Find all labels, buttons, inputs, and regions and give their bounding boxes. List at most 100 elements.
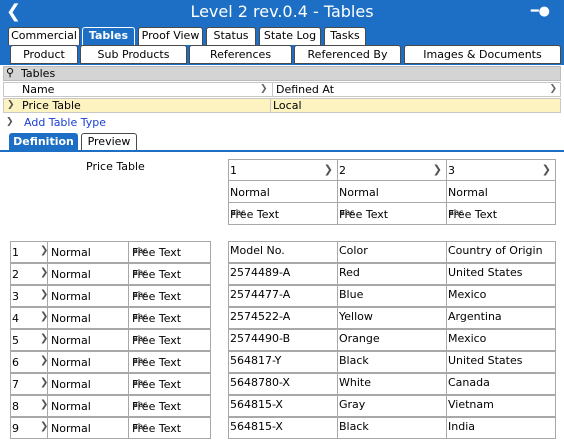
table-header-cell[interactable]: Country of Origin xyxy=(446,241,556,263)
row-number: 1 xyxy=(12,246,19,259)
cell-text: India xyxy=(448,420,475,433)
tab-tables[interactable]: Tables xyxy=(82,27,135,45)
row-type-cell[interactable]: abc Free Text xyxy=(128,351,211,373)
table-cell[interactable]: 2574489-A xyxy=(228,263,338,285)
row-number-cell[interactable]: 2 ❯ xyxy=(10,263,48,285)
table-cell[interactable]: Black xyxy=(337,351,447,373)
row-type-cell[interactable]: abc Free Text xyxy=(128,417,211,439)
tab-images-documents[interactable]: Images & Documents xyxy=(404,45,561,64)
tab-references[interactable]: References xyxy=(189,45,292,64)
table-cell[interactable]: Orange xyxy=(337,329,447,351)
row-number-cell[interactable]: 7 ❯ xyxy=(10,373,48,395)
pin-icon[interactable]: ━● xyxy=(531,4,550,19)
add-table-type-row[interactable]: ❯ Add Table Type xyxy=(3,115,561,130)
add-table-type-link[interactable]: Add Table Type xyxy=(24,115,106,130)
row-expand-icon[interactable]: ❯ xyxy=(7,99,15,112)
row-type-cell[interactable]: abc Free Text xyxy=(128,263,211,285)
table-cell[interactable]: 2574490-B xyxy=(228,329,338,351)
cell-text: 564817-Y xyxy=(230,354,282,367)
table-cell[interactable]: 564817-Y xyxy=(228,351,338,373)
row-style-cell[interactable]: Normal xyxy=(47,307,129,329)
tab-commercial[interactable]: Commercial xyxy=(8,27,80,45)
table-cell[interactable]: Blue xyxy=(337,285,447,307)
row-style-cell[interactable]: Normal xyxy=(47,285,129,307)
table-cell[interactable]: United States xyxy=(446,351,556,373)
table-cell[interactable]: Vietnam xyxy=(446,395,556,417)
row-style-cell[interactable]: Normal xyxy=(47,329,129,351)
table-cell[interactable]: Yellow xyxy=(337,307,447,329)
row-number-cell[interactable]: 6 ❯ xyxy=(10,351,48,373)
row-number-cell[interactable]: 8 ❯ xyxy=(10,395,48,417)
table-header-cell[interactable]: Color xyxy=(337,241,447,263)
chevron-right-icon[interactable]: ❯ xyxy=(433,163,442,176)
row-type-cell[interactable]: abc Free Text xyxy=(128,241,211,263)
table-cell[interactable]: 564815-X xyxy=(228,417,338,439)
tab-referenced-by[interactable]: Referenced By xyxy=(294,45,401,64)
chevron-right-icon[interactable]: ❯ xyxy=(542,163,551,176)
column-style-text: Normal xyxy=(230,186,270,199)
column-defined-at-header[interactable]: Defined At xyxy=(272,83,562,96)
column-header-1[interactable]: 1 ❯ xyxy=(228,159,338,181)
row-type-cell[interactable]: abc Free Text xyxy=(128,395,211,417)
tab-preview[interactable]: Preview xyxy=(81,133,137,150)
row-style-cell[interactable]: Normal xyxy=(47,373,129,395)
text-type-icon: abc xyxy=(133,422,148,431)
table-cell[interactable]: Mexico xyxy=(446,329,556,351)
table-row[interactable]: ❯ Price Table Local xyxy=(3,98,561,113)
column-type-cell[interactable]: abc Free Text xyxy=(228,202,338,225)
table-cell[interactable]: Black xyxy=(337,417,447,439)
row-number-cell[interactable]: 1 ❯ xyxy=(10,241,48,263)
tab-proof-view[interactable]: Proof View xyxy=(138,27,203,45)
table-cell[interactable]: Canada xyxy=(446,373,556,395)
column-header-3[interactable]: 3 ❯ xyxy=(446,159,556,181)
row-number-cell[interactable]: 5 ❯ xyxy=(10,329,48,351)
column-type-cell[interactable]: abc Free Text xyxy=(337,202,447,225)
row-type-cell[interactable]: abc Free Text xyxy=(128,329,211,351)
table-cell[interactable]: White xyxy=(337,373,447,395)
row-style-cell[interactable]: Normal xyxy=(47,241,129,263)
row-number-cell[interactable]: 4 ❯ xyxy=(10,307,48,329)
table-cell[interactable]: 5648780-X xyxy=(228,373,338,395)
row-style-cell[interactable]: Normal xyxy=(47,395,129,417)
chevron-right-icon[interactable]: ❯ xyxy=(260,84,268,94)
row-number-cell[interactable]: 9 ❯ xyxy=(10,417,48,439)
table-cell[interactable]: Argentina xyxy=(446,307,556,329)
column-style-cell[interactable]: Normal xyxy=(228,180,338,203)
table-cell[interactable]: Gray xyxy=(337,395,447,417)
column-style-cell[interactable]: Normal xyxy=(446,180,556,203)
tab-sub-products[interactable]: Sub Products xyxy=(80,45,187,64)
table-cell[interactable]: United States xyxy=(446,263,556,285)
row-style-cell[interactable]: Normal xyxy=(47,263,129,285)
tab-status[interactable]: Status xyxy=(206,27,256,45)
table-cell[interactable]: India xyxy=(446,417,556,439)
row-name: Price Table xyxy=(22,99,81,112)
row-expand-icon[interactable]: ❯ xyxy=(6,115,14,130)
table-cell[interactable]: 2574522-A xyxy=(228,307,338,329)
column-type-cell[interactable]: abc Free Text xyxy=(446,202,556,225)
tab-state-log[interactable]: State Log xyxy=(259,27,321,45)
table-cell[interactable]: 2574477-A xyxy=(228,285,338,307)
column-name-header[interactable]: Name xyxy=(22,83,54,96)
column-style-text: Normal xyxy=(339,186,379,199)
tab-tasks[interactable]: Tasks xyxy=(324,27,366,45)
row-style-cell[interactable]: Normal xyxy=(47,351,129,373)
row-type-cell[interactable]: abc Free Text xyxy=(128,373,211,395)
chevron-right-icon[interactable]: ❯ xyxy=(324,163,333,176)
row-number-cell[interactable]: 3 ❯ xyxy=(10,285,48,307)
row-type-cell[interactable]: abc Free Text xyxy=(128,285,211,307)
column-style-cell[interactable]: Normal xyxy=(337,180,447,203)
column-header-2[interactable]: 2 ❯ xyxy=(337,159,447,181)
table-cell[interactable]: Red xyxy=(337,263,447,285)
table-cell[interactable]: 564815-X xyxy=(228,395,338,417)
table-cell[interactable]: Mexico xyxy=(446,285,556,307)
tab-definition[interactable]: Definition xyxy=(9,133,78,150)
chevron-right-icon[interactable]: ❯ xyxy=(549,84,557,94)
cell-text: Yellow xyxy=(339,310,373,323)
cell-text: Orange xyxy=(339,332,380,345)
tab-product[interactable]: Product xyxy=(10,45,78,64)
cell-text: 2574522-A xyxy=(230,310,291,323)
table-header-cell[interactable]: Model No. xyxy=(228,241,338,263)
row-style-cell[interactable]: Normal xyxy=(47,417,129,439)
row-type-cell[interactable]: abc Free Text xyxy=(128,307,211,329)
text-type-icon: abc xyxy=(449,208,464,217)
